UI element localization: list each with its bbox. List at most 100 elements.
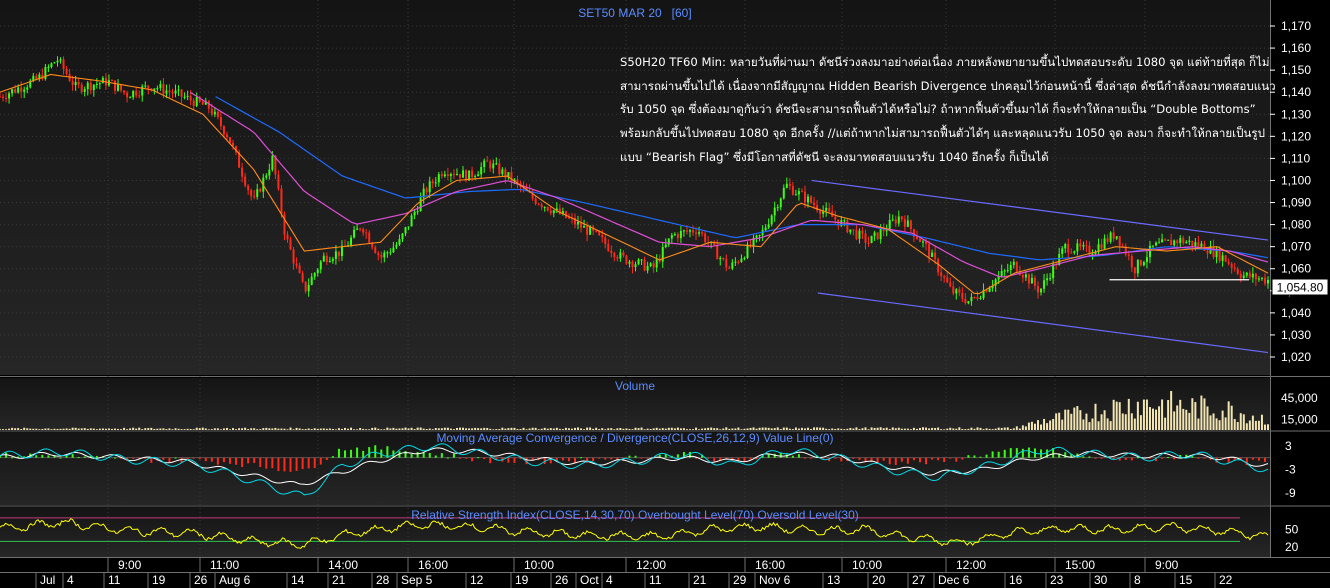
candle-body	[498, 163, 501, 175]
volume-bar	[398, 428, 401, 430]
candle-body	[53, 62, 56, 64]
candle-body	[949, 282, 952, 287]
volume-bar	[1030, 421, 1033, 430]
candle-body	[483, 160, 486, 167]
candle-body	[1188, 240, 1191, 243]
volume-bar	[1182, 408, 1185, 430]
volume-bar	[47, 428, 50, 430]
volume-bar	[1248, 420, 1251, 430]
volume-bar	[685, 429, 688, 430]
volume-bar	[1033, 423, 1036, 430]
volume-bar	[722, 428, 725, 430]
volume-bar	[77, 428, 80, 430]
volume-bar	[673, 428, 676, 430]
candle-body	[1009, 265, 1012, 271]
candle-body	[1003, 270, 1006, 272]
candle-body	[583, 226, 586, 228]
candle-body	[425, 188, 428, 193]
volume-bar	[498, 429, 501, 430]
candle-body	[5, 98, 8, 100]
candle-body	[1254, 273, 1257, 280]
volume-bar	[201, 427, 204, 430]
macd-histogram-bar	[531, 457, 534, 460]
y-tick-label: -3	[1285, 463, 1296, 477]
volume-bar	[159, 428, 162, 430]
volume-bar	[247, 429, 250, 430]
candle-body	[755, 235, 758, 238]
macd-histogram-bar	[319, 457, 322, 465]
y-tick-label: 3	[1285, 439, 1292, 453]
macd-histogram-bar	[241, 457, 244, 468]
volume-bar	[543, 427, 546, 430]
candle-body	[970, 296, 973, 302]
volume-bar	[1191, 398, 1194, 430]
volume-bar	[222, 428, 225, 430]
candle-body	[465, 170, 468, 181]
candle-body	[356, 228, 359, 230]
macd-histogram-bar	[222, 457, 225, 463]
volume-bar	[374, 427, 377, 430]
volume-bar	[704, 428, 707, 430]
volume-bar	[1227, 401, 1230, 430]
volume-bar	[964, 429, 967, 430]
volume-bar	[637, 428, 640, 430]
candle-body	[685, 230, 688, 232]
volume-bar	[692, 429, 695, 430]
volume-bar	[455, 427, 458, 430]
macd-histogram-bar	[168, 457, 171, 463]
candle-body	[241, 167, 244, 177]
volume-bar	[1070, 413, 1073, 430]
volume-bar	[794, 427, 797, 430]
volume-bar	[725, 427, 728, 430]
macd-histogram-bar	[858, 457, 861, 460]
macd-histogram-bar	[198, 457, 201, 460]
chart-svg[interactable]: 1,170 1,160 1,150 1,140 1,130 1,120 1,110 1,100…	[0, 0, 1330, 588]
volume-bar	[882, 428, 885, 430]
candle-body	[646, 265, 649, 271]
candle-body	[1106, 238, 1109, 242]
candle-body	[59, 59, 62, 61]
volume-bar	[334, 429, 337, 430]
volume-bar	[1106, 418, 1109, 430]
volume-bar	[1061, 419, 1064, 430]
volume-bar	[1164, 417, 1167, 430]
volume-bar	[1267, 424, 1269, 430]
volume-bar	[107, 428, 110, 430]
volume-bar	[870, 427, 873, 430]
macd-histogram-bar	[640, 457, 643, 459]
volume-bar	[580, 428, 583, 430]
volume-bar	[852, 428, 855, 430]
volume-bar	[1145, 399, 1148, 430]
volume-bar	[610, 428, 613, 430]
candle-body	[903, 219, 906, 227]
candle-body	[174, 90, 177, 94]
volume-bar	[277, 428, 280, 430]
volume-bar	[11, 427, 14, 430]
volume-bar	[970, 427, 973, 430]
volume-bar	[204, 428, 207, 430]
candle-body	[365, 232, 368, 234]
candle-body	[1236, 268, 1239, 274]
volume-bar	[928, 428, 931, 430]
candle-body	[622, 252, 625, 256]
volume-bar	[289, 427, 292, 430]
volume-bar	[607, 428, 610, 430]
candle-body	[849, 229, 852, 233]
candle-body	[828, 207, 831, 212]
volume-bar	[531, 427, 534, 430]
macd-histogram-bar	[83, 456, 86, 458]
candle-body	[117, 84, 120, 91]
candle-body	[776, 207, 779, 209]
candle-body	[47, 66, 50, 68]
volume-bar	[788, 428, 791, 430]
candle-body	[643, 259, 646, 271]
candle-body	[1130, 255, 1133, 268]
candle-body	[988, 288, 991, 292]
candle-body	[462, 170, 465, 178]
volume-bar	[1245, 423, 1248, 430]
y-tick-label: 1,170	[1281, 19, 1311, 33]
annotation-line: S50H20 TF60 Min: หลายวันที่ผ่านมา ดัชนีร…	[620, 53, 1270, 69]
candle-body	[1030, 277, 1033, 284]
candle-body	[1082, 245, 1085, 247]
volume-bar	[1155, 409, 1158, 430]
